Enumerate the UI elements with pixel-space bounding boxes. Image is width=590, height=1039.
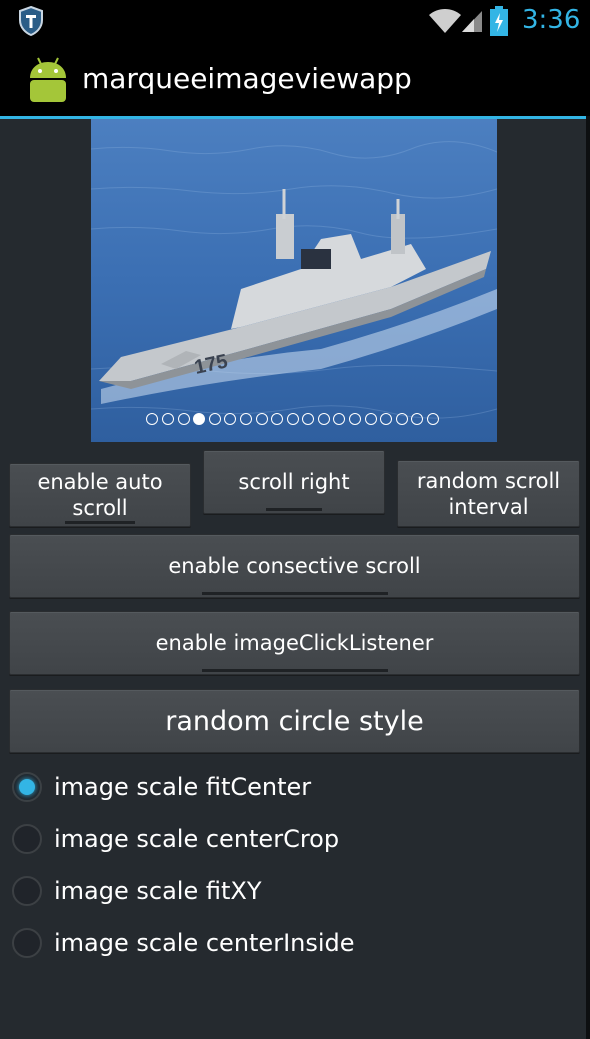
page-indicator-dot	[333, 413, 346, 425]
page-indicator-dot	[255, 413, 268, 425]
battery-charging-icon	[490, 6, 508, 36]
page-indicator-dot	[302, 413, 315, 425]
scroll-edge	[586, 116, 590, 1039]
radio-button[interactable]	[12, 772, 42, 802]
enable-consective-scroll-button[interactable]: enable consective scroll	[9, 534, 580, 598]
app-title: marqueeimageviewapp	[82, 62, 412, 95]
page-indicator-dot	[395, 413, 408, 425]
page-indicator-dot	[349, 413, 362, 425]
radio-fit-center[interactable]: image scale fitCenter	[12, 767, 311, 807]
shield-icon	[19, 6, 43, 36]
signal-icon	[462, 11, 482, 32]
enable-image-click-listener-label: enable imageClickListener	[155, 631, 434, 655]
ship-image: 175	[91, 119, 497, 442]
wifi-icon	[429, 9, 461, 33]
page-indicator-dot	[364, 413, 377, 425]
page-indicator-dot	[427, 413, 440, 425]
scroll-right-label: scroll right	[238, 470, 350, 494]
radio-label: image scale centerInside	[54, 929, 355, 957]
page-indicator-dot	[411, 413, 424, 425]
status-bar: 3:36	[0, 0, 590, 42]
page-indicator-dot	[286, 413, 299, 425]
page-indicator-dot	[193, 413, 206, 425]
radio-label: image scale centerCrop	[54, 825, 340, 853]
button-underline	[65, 521, 135, 524]
radio-label: image scale fitCenter	[54, 773, 312, 801]
radio-center-crop[interactable]: image scale centerCrop	[12, 819, 339, 859]
action-bar: marqueeimageviewapp	[0, 42, 590, 116]
clock: 3:36	[522, 5, 581, 35]
page-indicator-dot	[239, 413, 252, 425]
radio-button[interactable]	[12, 824, 42, 854]
button-underline	[201, 669, 388, 672]
random-scroll-interval-button[interactable]: random scroll interval	[397, 460, 580, 527]
scroll-right-button[interactable]: scroll right	[203, 450, 385, 514]
random-circle-style-button[interactable]: random circle style	[9, 689, 580, 753]
button-underline	[266, 508, 322, 511]
page-indicator-dot	[177, 413, 190, 425]
radio-center-inside[interactable]: image scale centerInside	[12, 923, 355, 963]
page-indicator-dot	[380, 413, 393, 425]
page-indicator-dot	[224, 413, 237, 425]
radio-label: image scale fitXY	[54, 877, 262, 905]
marquee-image-view[interactable]: 175	[91, 119, 497, 442]
page-indicator	[91, 413, 497, 427]
page-indicator-dot	[208, 413, 221, 425]
radio-button[interactable]	[12, 876, 42, 906]
enable-consective-scroll-label: enable consective scroll	[168, 554, 421, 578]
enable-image-click-listener-button[interactable]: enable imageClickListener	[9, 611, 580, 675]
radio-fit-xy[interactable]: image scale fitXY	[12, 871, 261, 911]
page-indicator-dot	[271, 413, 284, 425]
button-underline	[201, 592, 388, 595]
page-indicator-dot	[146, 413, 159, 425]
page-indicator-dot	[161, 413, 174, 425]
random-scroll-interval-label: random scroll interval	[416, 468, 561, 519]
page-indicator-dot	[317, 413, 330, 425]
enable-auto-scroll-button[interactable]: enable auto scroll	[9, 463, 191, 527]
enable-auto-scroll-label: enable auto scroll	[37, 470, 163, 520]
random-circle-style-label: random circle style	[165, 705, 424, 737]
radio-button[interactable]	[12, 928, 42, 958]
android-robot-icon	[30, 57, 66, 102]
